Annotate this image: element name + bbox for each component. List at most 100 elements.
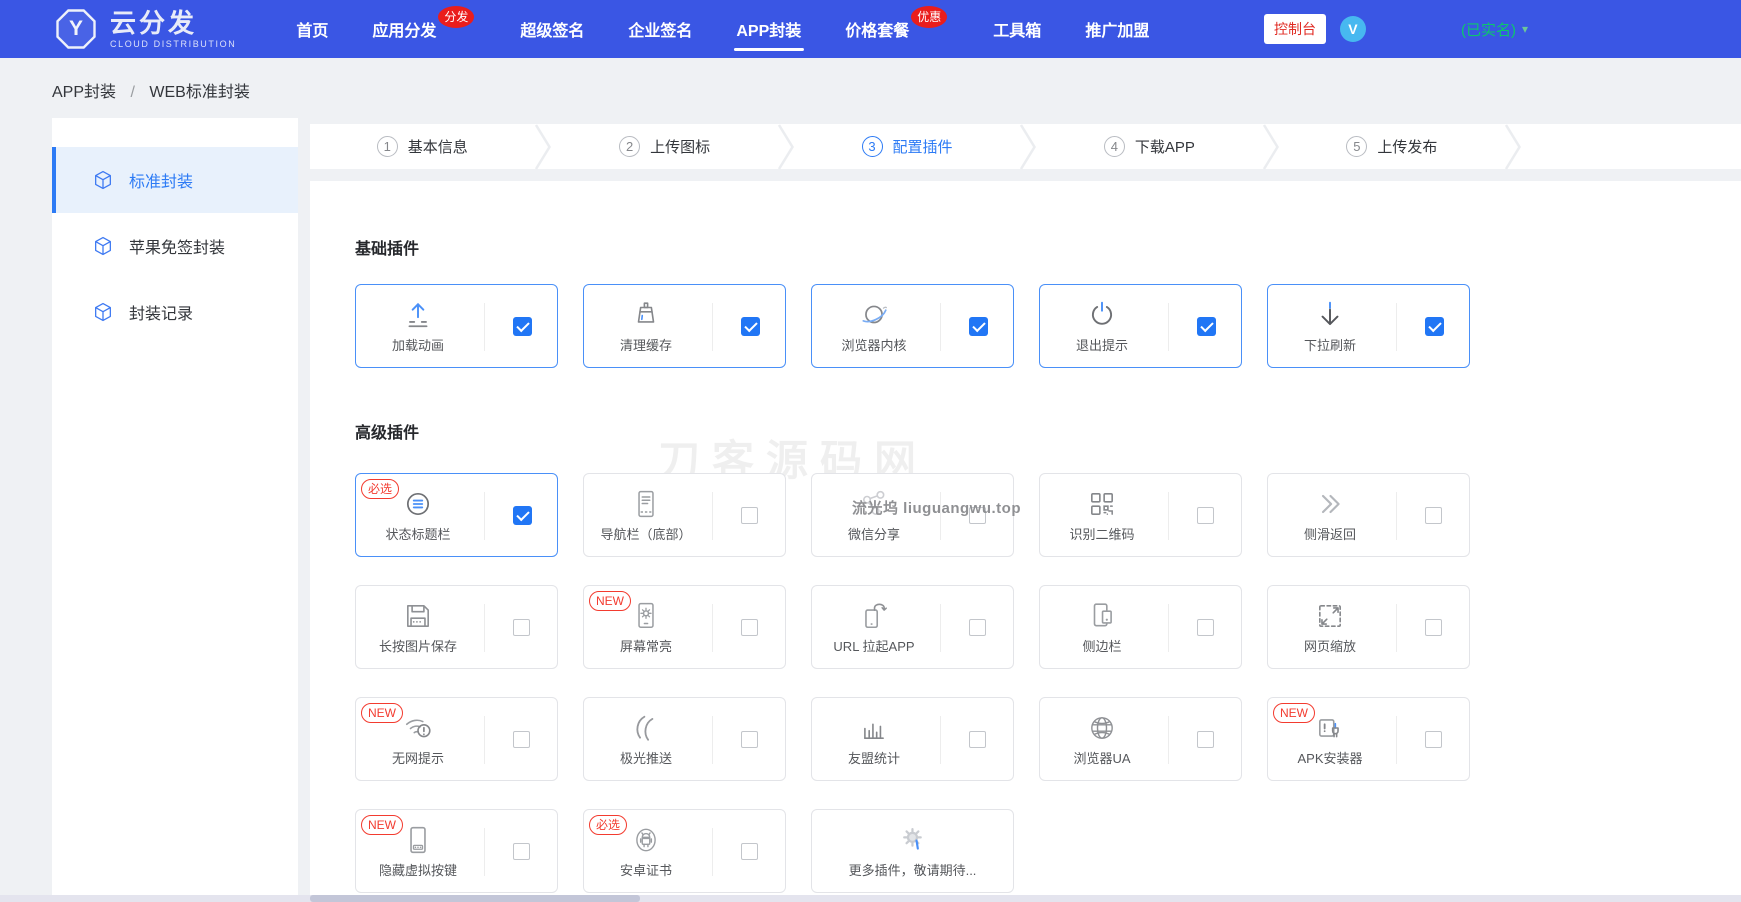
- account-status[interactable]: (已实名) ▾: [1461, 19, 1528, 40]
- console-button[interactable]: 控制台: [1263, 14, 1326, 44]
- plugin-checkbox[interactable]: [513, 731, 530, 748]
- cube-icon: [92, 235, 114, 257]
- plugin-checkbox[interactable]: [741, 843, 758, 860]
- wizard-step-上传图标[interactable]: 2 上传图标: [552, 136, 776, 157]
- plugin-card-upload[interactable]: 加载动画: [355, 284, 558, 368]
- plugin-card-brush[interactable]: 清理缓存: [583, 284, 786, 368]
- plugin-card-pull-refresh[interactable]: 下拉刷新: [1267, 284, 1470, 368]
- wifi-off-icon: [403, 713, 433, 743]
- plugin-checkbox[interactable]: [969, 731, 986, 748]
- url-launch-icon: [859, 601, 889, 631]
- plugin-card-screen-bright[interactable]: 屏幕常亮 NEW: [583, 585, 786, 669]
- plugin-card-url-launch[interactable]: URL 拉起APP: [811, 585, 1014, 669]
- plugin-checkbox[interactable]: [1197, 731, 1214, 748]
- brand-logo[interactable]: Y 云分发 CLOUD DISTRIBUTION: [54, 7, 236, 51]
- plugin-card-android[interactable]: 安卓证书 必选: [583, 809, 786, 893]
- plugin-card-zoom[interactable]: 网页缩放: [1267, 585, 1470, 669]
- plugin-card-chevrons[interactable]: 侧滑返回: [1267, 473, 1470, 557]
- plugin-card-sidepanel[interactable]: 侧边栏: [1039, 585, 1242, 669]
- nav-item-推广加盟[interactable]: 推广加盟: [1085, 0, 1149, 58]
- plugin-checkbox[interactable]: [1197, 619, 1214, 636]
- plugin-card-wifi-off[interactable]: 无网提示 NEW: [355, 697, 558, 781]
- sidebar-item-label: 标准封装: [129, 174, 194, 191]
- plugin-checkbox[interactable]: [513, 619, 530, 636]
- plugin-card-qrcode[interactable]: 识别二维码: [1039, 473, 1242, 557]
- step-separator-icon: [1262, 123, 1279, 170]
- plugin-label: 侧滑返回: [1303, 527, 1356, 542]
- plugin-card-chart[interactable]: 友盟统计: [811, 697, 1014, 781]
- nav-item-label: 应用分发: [372, 23, 437, 40]
- wizard-step-基本信息[interactable]: 1 基本信息: [310, 136, 534, 157]
- nav-item-label: 推广加盟: [1085, 23, 1150, 40]
- plugin-checkbox[interactable]: [513, 317, 532, 336]
- plugin-checkbox[interactable]: [1197, 507, 1214, 524]
- sidebar-item-标准封装[interactable]: 标准封装: [52, 147, 298, 213]
- plugin-checkbox[interactable]: [1425, 317, 1444, 336]
- plugin-checkbox[interactable]: [969, 619, 986, 636]
- plugin-card-planet[interactable]: 浏览器内核: [811, 284, 1014, 368]
- brush-icon: [631, 300, 661, 330]
- plugin-label: 网页缩放: [1303, 639, 1356, 654]
- plugin-card-apk[interactable]: APK安装器 NEW: [1267, 697, 1470, 781]
- plugin-checkbox[interactable]: [741, 507, 758, 524]
- step-separator-icon: [1504, 123, 1521, 170]
- nav-item-label: 工具箱: [993, 23, 1042, 40]
- nav-item-超级签名[interactable]: 超级签名: [520, 0, 584, 58]
- plugin-card-jpush[interactable]: 极光推送: [583, 697, 786, 781]
- wizard-step-下载APP[interactable]: 4 下载APP: [1037, 136, 1261, 157]
- plugin-checkbox[interactable]: [1425, 619, 1442, 636]
- horizontal-scrollbar[interactable]: [0, 895, 1741, 902]
- wizard-step-配置插件[interactable]: 3 配置插件: [795, 136, 1019, 157]
- sidebar-item-苹果免签封装[interactable]: 苹果免签封装: [52, 213, 298, 279]
- nav-item-首页[interactable]: 首页: [296, 0, 328, 58]
- new-badge: NEW: [361, 815, 403, 835]
- plugin-card-gear-more[interactable]: 更多插件，敬请期待...: [811, 809, 1014, 893]
- nav-item-APP封装[interactable]: APP封装: [736, 0, 801, 58]
- plugin-checkbox[interactable]: [741, 317, 760, 336]
- plugin-card-phone-keys[interactable]: 隐藏虚拟按键 NEW: [355, 809, 558, 893]
- save-icon: [403, 601, 433, 631]
- plugin-card-share[interactable]: 微信分享 流光坞 liuguangwu.top: [811, 473, 1020, 557]
- plugin-label: 更多插件，敬请期待...: [848, 863, 977, 878]
- card-divider: [940, 716, 941, 764]
- plugin-checkbox[interactable]: [741, 731, 758, 748]
- plugin-checkbox[interactable]: [1197, 317, 1216, 336]
- plugin-card-power[interactable]: 退出提示: [1039, 284, 1242, 368]
- promo-badge: 分发: [438, 6, 475, 28]
- cube-icon: [92, 169, 114, 191]
- new-badge: NEW: [1273, 703, 1315, 723]
- wizard-step-上传发布[interactable]: 5 上传发布: [1280, 136, 1504, 157]
- plugin-checkbox[interactable]: [513, 506, 532, 525]
- qrcode-icon: [1087, 489, 1117, 519]
- sidebar-item-label: 封装记录: [129, 306, 194, 323]
- plugin-checkbox[interactable]: [1425, 731, 1442, 748]
- plugin-card-statusbar[interactable]: 状态标题栏 必选: [355, 473, 558, 557]
- nav-item-价格套餐[interactable]: 价格套餐 优惠: [845, 0, 948, 58]
- card-divider: [712, 716, 713, 764]
- card-divider: [484, 604, 485, 652]
- plugin-card-navbar[interactable]: 导航栏（底部）: [583, 473, 786, 557]
- avatar[interactable]: V: [1339, 16, 1366, 42]
- plugin-label: 隐藏虚拟按键: [378, 863, 457, 878]
- plugin-checkbox[interactable]: [969, 317, 988, 336]
- plugin-label: 导航栏（底部）: [600, 527, 692, 542]
- plugin-checkbox[interactable]: [741, 619, 758, 636]
- brand-name: 云分发: [110, 7, 198, 38]
- sidebar-item-封装记录[interactable]: 封装记录: [52, 279, 298, 345]
- logo-octagon-icon: Y: [54, 7, 98, 51]
- plugin-label: 微信分享: [847, 527, 900, 542]
- nav-item-工具箱[interactable]: 工具箱: [993, 0, 1041, 58]
- plugin-checkbox[interactable]: [1425, 507, 1442, 524]
- plugin-checkbox[interactable]: [513, 843, 530, 860]
- nav-item-企业签名[interactable]: 企业签名: [628, 0, 692, 58]
- card-divider: [940, 604, 941, 652]
- chevrons-icon: [1315, 489, 1345, 519]
- breadcrumb-item-parent[interactable]: APP封装: [52, 84, 116, 101]
- card-divider: [1396, 303, 1397, 351]
- scrollbar-thumb[interactable]: [310, 895, 640, 902]
- plugin-card-save[interactable]: 长按图片保存: [355, 585, 558, 669]
- plugin-card-globe[interactable]: 浏览器UA: [1039, 697, 1242, 781]
- plugin-label: 无网提示: [391, 751, 444, 766]
- nav-item-应用分发[interactable]: 应用分发 分发: [372, 0, 475, 58]
- step-number: 3: [861, 136, 883, 157]
